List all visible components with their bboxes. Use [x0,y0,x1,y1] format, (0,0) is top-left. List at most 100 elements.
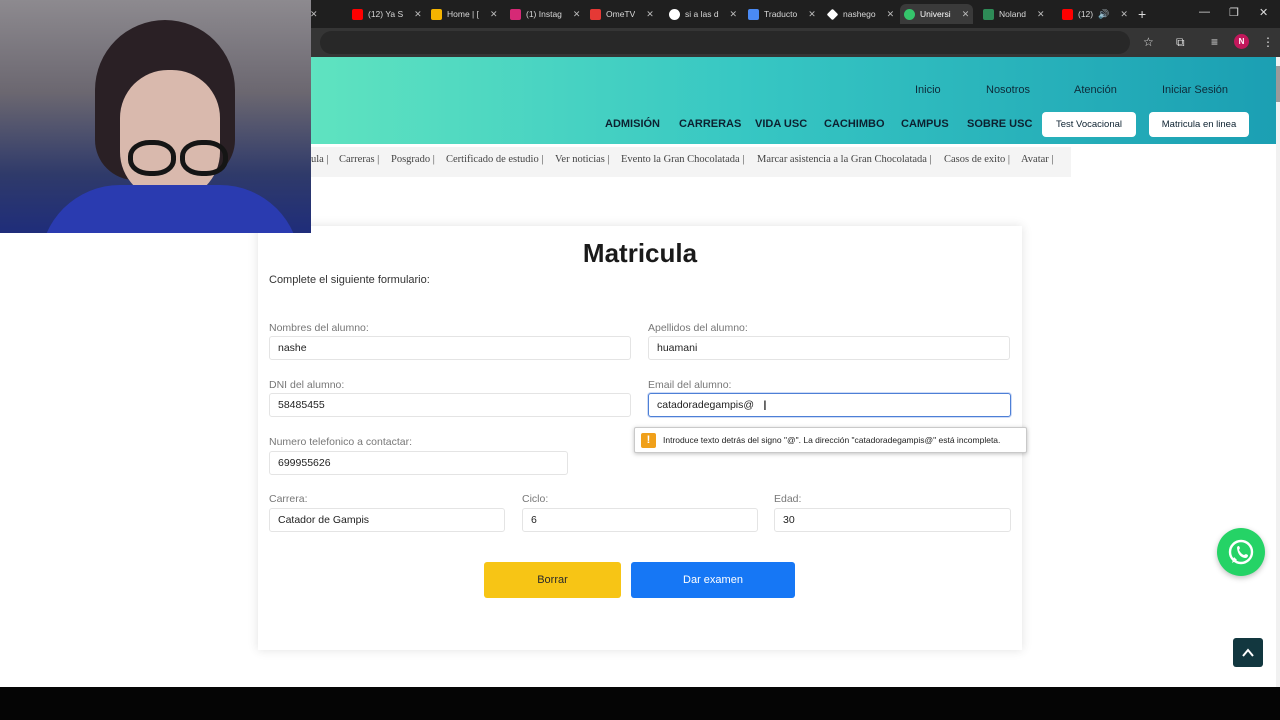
dni-field[interactable] [269,393,631,417]
tab-label: si a las d [685,9,719,19]
browser-tab[interactable]: (12) Ya S ✕ [348,4,426,24]
close-icon[interactable]: ✕ [573,9,581,20]
google-icon [669,8,680,20]
close-icon[interactable]: ✕ [730,9,738,20]
apellidos-field[interactable] [648,336,1010,360]
close-icon[interactable]: ✕ [646,9,654,20]
browser-tab[interactable]: (1) Instag ✕ [506,4,584,24]
browser-tab[interactable]: (12) 🔊 ✕ [1058,4,1132,24]
email-label: Email del alumno: [648,379,732,391]
new-tab-button[interactable]: + [1138,6,1146,22]
nav-nosotros[interactable]: Nosotros [986,84,1030,96]
browser-tab[interactable]: Traducto ✕ [744,4,820,24]
carrera-field[interactable] [269,508,505,532]
youtube-icon [352,8,363,20]
home-icon [431,8,442,20]
breadcrumb-item[interactable]: ula | [311,154,329,165]
nav-cachimbo[interactable]: CACHIMBO [824,118,885,130]
nav-iniciar-sesion[interactable]: Iniciar Sesión [1162,84,1228,96]
webcam-overlay [0,0,311,233]
scrollbar-thumb[interactable] [1276,66,1280,102]
youtube-icon [1062,8,1073,20]
nav-inicio[interactable]: Inicio [915,84,941,96]
star-icon[interactable]: ☆ [1143,35,1154,49]
speaker-icon[interactable]: 🔊 [1098,9,1109,20]
breadcrumb-item[interactable]: Avatar | [1021,154,1054,165]
nav-vida-usc[interactable]: VIDA USC [755,118,807,130]
validation-message: Introduce texto detrás del signo "@". La… [663,435,1001,445]
close-icon[interactable]: ✕ [414,9,422,20]
email-field[interactable] [648,393,1011,417]
breadcrumb-item[interactable]: Casos de exito | [944,154,1010,165]
nombres-field[interactable] [269,336,631,360]
browser-tab[interactable]: OmeTV ✕ [586,4,658,24]
nav-campus[interactable]: CAMPUS [901,118,949,130]
breadcrumb-item[interactable]: Posgrado | [391,154,435,165]
address-bar[interactable] [320,31,1130,54]
test-vocacional-button[interactable]: Test Vocacional [1042,112,1136,137]
browser-tab[interactable]: si a las d ✕ [665,4,741,24]
close-icon[interactable]: ✕ [808,9,816,20]
ometv-icon [590,8,601,20]
scroll-to-top-button[interactable] [1233,638,1263,667]
tab-label: Traducto [764,9,798,19]
browser-tab[interactable]: Noland ✕ [979,4,1048,24]
tab-label: (12) [1078,9,1094,19]
browser-tab[interactable]: nashego ✕ [823,4,898,24]
breadcrumb-item[interactable]: Ver noticias | [555,154,610,165]
page-title: Matricula [582,238,698,268]
webcam-person-face [120,70,220,200]
minimize-button[interactable]: — [1199,6,1210,18]
breadcrumb-item[interactable]: Marcar asistencia a la Gran Chocolatada … [757,154,932,165]
chevron-up-icon [1242,647,1254,657]
nav-carreras[interactable]: CARRERAS [679,118,741,130]
close-icon[interactable]: ✕ [887,9,895,20]
extensions-icon[interactable]: ⧉ [1176,35,1185,50]
close-window-button[interactable]: ✕ [1259,6,1268,19]
browser-tab[interactable]: Home | [ ✕ [427,4,502,24]
edad-label: Edad: [774,493,802,505]
ciclo-label: Ciclo: [522,493,549,505]
tab-label: (1) Instag [526,9,562,19]
browser-tab-active[interactable]: Universi ✕ [900,4,974,24]
screen: ✕ (12) Ya S ✕ Home | [ ✕ (1) Instag ✕ Om… [0,0,1280,720]
breadcrumb-item[interactable]: Carreras | [339,154,379,165]
matricula-form: Matricula Complete el siguiente formular… [258,226,1027,650]
telefono-field[interactable] [269,451,568,475]
profile-avatar[interactable]: N [1234,34,1249,49]
edad-field[interactable] [774,508,1011,532]
form-subtitle: Complete el siguiente formulario: [269,274,430,286]
borrar-button[interactable]: Borrar [484,562,621,598]
breadcrumb-item[interactable]: Certificado de estudio | [446,154,543,165]
close-icon[interactable]: ✕ [1037,9,1045,20]
scrollbar[interactable] [1276,57,1280,687]
close-icon[interactable]: ✕ [962,9,970,20]
breadcrumb: ula | Carreras | Posgrado | Certificado … [311,147,1071,177]
breadcrumb-item[interactable]: Evento la Gran Chocolatada | [621,154,744,165]
media-icon[interactable]: ≡ [1211,35,1218,49]
nombres-label: Nombres del alumno: [269,322,369,334]
nav-admision[interactable]: ADMISIÓN [605,118,660,130]
menu-icon[interactable]: ⋮ [1262,35,1274,49]
nav-atencion[interactable]: Atención [1074,84,1117,96]
site-header: Inicio Nosotros Atención Iniciar Sesión … [311,57,1276,144]
dni-label: DNI del alumno: [269,379,345,391]
tab-label: Home | [ [447,9,479,19]
close-icon[interactable]: ✕ [1120,9,1128,20]
instagram-icon [510,8,521,20]
close-icon[interactable]: ✕ [310,9,318,20]
ciclo-field[interactable] [522,508,758,532]
diamond-icon [826,8,839,20]
dar-examen-button[interactable]: Dar examen [631,562,795,598]
telefono-label: Numero telefonico a contactar: [269,436,412,448]
maximize-button[interactable]: ❐ [1229,6,1239,19]
noland-icon [983,8,994,20]
whatsapp-button[interactable] [1217,528,1265,576]
glasses-left [128,140,176,176]
warning-icon: ! [641,432,656,448]
close-icon[interactable]: ✕ [490,9,498,20]
nav-sobre-usc[interactable]: SOBRE USC [967,118,1032,130]
matricula-en-linea-button[interactable]: Matricula en linea [1149,112,1249,137]
university-icon [904,8,915,20]
validation-tooltip: ! Introduce texto detrás del signo "@". … [634,427,1027,453]
